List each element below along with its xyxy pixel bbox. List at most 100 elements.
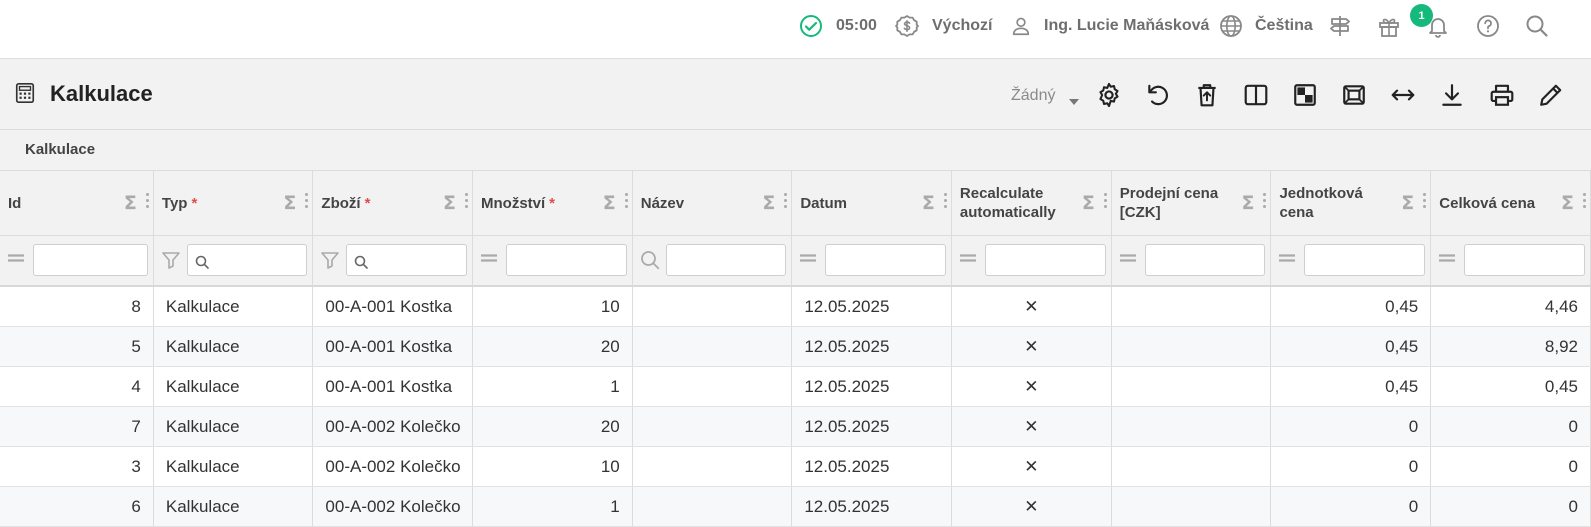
chevron-down-icon[interactable] <box>1068 93 1080 111</box>
column-menu-icon[interactable] <box>1423 193 1427 211</box>
filter-input-recalculate[interactable] <box>984 244 1106 276</box>
bell-icon[interactable] <box>1425 13 1451 39</box>
column-header-type[interactable]: Typ * Σ <box>153 171 314 236</box>
column-header-quantity[interactable]: Množství * Σ <box>472 171 633 236</box>
cell-product-link[interactable]: 00-A-001 Kostka <box>312 326 473 367</box>
equals-icon[interactable] <box>959 251 977 269</box>
cell-date: 12.05.2025 <box>791 446 952 487</box>
filter-input-quantity[interactable] <box>506 244 627 276</box>
sum-icon[interactable]: Σ <box>1241 192 1254 214</box>
table-row[interactable]: 6 Kalkulace 00-A-002 Kolečko 1 12.05.202… <box>0 486 1591 527</box>
sum-icon[interactable]: Σ <box>443 192 456 214</box>
cell-total-price: 0 <box>1430 446 1591 487</box>
settings-icon[interactable] <box>1095 81 1123 109</box>
cell-product-link[interactable]: 00-A-002 Kolečko <box>312 486 473 527</box>
currency-profile[interactable]: Výchozí <box>932 0 992 52</box>
cell-date: 12.05.2025 <box>791 406 952 447</box>
cell-type-link[interactable]: Kalkulace <box>153 366 314 407</box>
help-icon[interactable] <box>1475 13 1501 39</box>
cell-unit-price: 0 <box>1270 406 1432 447</box>
column-header-id[interactable]: Id Σ <box>0 171 154 236</box>
equals-icon[interactable] <box>480 251 498 269</box>
column-label: Recalculate automatically <box>959 185 1056 221</box>
column-header-name[interactable]: Název Σ <box>632 171 793 236</box>
cell-type-link[interactable]: Kalkulace <box>153 286 314 327</box>
filter-input-date[interactable] <box>825 244 946 276</box>
split-view-icon[interactable] <box>1242 81 1270 109</box>
column-header-unit-price[interactable]: Jednotková cena Σ <box>1270 171 1432 236</box>
column-header-recalculate[interactable]: Recalculate automatically Σ <box>951 171 1112 236</box>
filter-input-total-price[interactable] <box>1464 244 1585 276</box>
cell-id: 7 <box>0 406 154 447</box>
cell-type-link[interactable]: Kalkulace <box>153 326 314 367</box>
sum-icon[interactable]: Σ <box>283 192 296 214</box>
cell-recalculate: ✕ <box>951 286 1112 327</box>
cell-product-link[interactable]: 00-A-001 Kostka <box>312 286 473 327</box>
cell-product-link[interactable]: 00-A-002 Kolečko <box>312 446 473 487</box>
column-menu-icon[interactable] <box>943 193 947 211</box>
equals-icon[interactable] <box>1438 251 1456 269</box>
column-header-product[interactable]: Zboží * Σ <box>312 171 473 236</box>
view-selector[interactable]: Žádný <box>1011 87 1055 105</box>
column-label: Množství <box>481 194 546 212</box>
table-row[interactable]: 3 Kalkulace 00-A-002 Kolečko 10 12.05.20… <box>0 446 1591 487</box>
cell-product-link[interactable]: 00-A-002 Kolečko <box>312 406 473 447</box>
equals-icon[interactable] <box>799 251 817 269</box>
table-row[interactable]: 8 Kalkulace 00-A-001 Kostka 10 12.05.202… <box>0 286 1591 327</box>
cell-product-link[interactable]: 00-A-001 Kostka <box>312 366 473 407</box>
edit-icon[interactable] <box>1537 81 1565 109</box>
equals-icon[interactable] <box>7 251 25 269</box>
sum-icon[interactable]: Σ <box>1082 192 1095 214</box>
cell-type-link[interactable]: Kalkulace <box>153 406 314 447</box>
language-selector[interactable]: Čeština <box>1255 0 1313 52</box>
filter-input-unit-price[interactable] <box>1304 244 1426 276</box>
checker-icon[interactable] <box>1291 81 1319 109</box>
column-header-date[interactable]: Datum Σ <box>791 171 952 236</box>
fit-screen-icon[interactable] <box>1340 81 1368 109</box>
filter-input-sale-price[interactable] <box>1144 244 1266 276</box>
sum-icon[interactable]: Σ <box>922 192 935 214</box>
cell-type-link[interactable]: Kalkulace <box>153 446 314 487</box>
table-row[interactable]: 7 Kalkulace 00-A-002 Kolečko 20 12.05.20… <box>0 406 1591 447</box>
search-icon[interactable] <box>1524 13 1550 39</box>
column-menu-icon[interactable] <box>784 193 788 211</box>
column-menu-icon[interactable] <box>305 193 309 211</box>
column-menu-icon[interactable] <box>1263 193 1267 211</box>
equals-icon[interactable] <box>1119 251 1137 269</box>
table-row[interactable]: 5 Kalkulace 00-A-001 Kostka 20 12.05.202… <box>0 326 1591 367</box>
cell-name <box>632 286 793 327</box>
print-icon[interactable] <box>1488 81 1516 109</box>
cell-id: 4 <box>0 366 154 407</box>
user-name[interactable]: Ing. Lucie Maňásková <box>1044 0 1209 52</box>
cell-date: 12.05.2025 <box>791 486 952 527</box>
download-icon[interactable] <box>1438 81 1466 109</box>
search-icon <box>195 255 209 274</box>
column-menu-icon[interactable] <box>465 193 468 211</box>
cell-type-link[interactable]: Kalkulace <box>153 486 314 527</box>
funnel-icon[interactable] <box>320 250 340 275</box>
table-row[interactable]: 4 Kalkulace 00-A-001 Kostka 1 12.05.2025… <box>0 366 1591 407</box>
undo-icon[interactable] <box>1144 81 1172 109</box>
column-menu-icon[interactable] <box>1583 193 1586 211</box>
sum-icon[interactable]: Σ <box>603 192 616 214</box>
session-timer[interactable]: 05:00 <box>836 0 877 52</box>
sum-icon[interactable]: Σ <box>762 192 775 214</box>
filter-input-id[interactable] <box>33 244 148 276</box>
search-icon[interactable] <box>640 250 660 275</box>
column-header-sale-price[interactable]: Prodejní cena [CZK] Σ <box>1111 171 1272 236</box>
gift-icon[interactable] <box>1376 13 1402 39</box>
column-menu-icon[interactable] <box>624 193 628 211</box>
filter-input-name[interactable] <box>665 244 787 276</box>
column-menu-icon[interactable] <box>1103 193 1107 211</box>
funnel-icon[interactable] <box>161 250 181 275</box>
sum-icon[interactable]: Σ <box>1401 192 1414 214</box>
expand-width-icon[interactable] <box>1389 81 1417 109</box>
sum-icon[interactable]: Σ <box>1561 192 1574 214</box>
equals-icon[interactable] <box>1278 251 1296 269</box>
cell-quantity: 20 <box>472 326 633 367</box>
sum-icon[interactable]: Σ <box>124 192 137 214</box>
delete-icon[interactable] <box>1193 81 1221 109</box>
column-menu-icon[interactable] <box>145 193 149 211</box>
column-header-total-price[interactable]: Celková cena Σ <box>1430 171 1591 236</box>
signpost-icon[interactable] <box>1327 13 1353 39</box>
